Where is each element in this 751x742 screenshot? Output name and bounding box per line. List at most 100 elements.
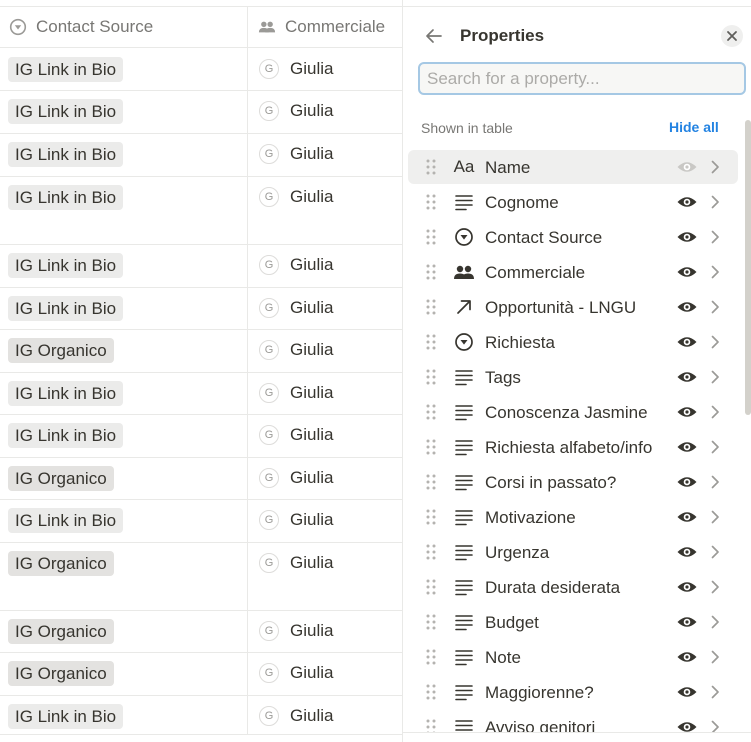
table-row[interactable]: IG Link in Bio G Giulia (0, 287, 402, 330)
drag-handle-icon[interactable] (425, 543, 437, 561)
table-row[interactable]: IG Link in Bio G Giulia (0, 372, 402, 415)
commerciale-cell[interactable]: G Giulia (259, 185, 333, 209)
eye-icon[interactable] (676, 718, 698, 732)
table-row[interactable]: IG Organico G Giulia (0, 457, 402, 500)
drag-handle-icon[interactable] (425, 403, 437, 421)
table-row[interactable]: IG Link in Bio G Giulia (0, 695, 402, 738)
contact-source-tag[interactable]: IG Organico (8, 338, 114, 363)
chevron-right-icon[interactable] (709, 719, 721, 732)
property-item[interactable]: Maggiorenne? (408, 675, 738, 709)
eye-icon[interactable] (676, 473, 698, 491)
chevron-right-icon[interactable] (709, 159, 721, 175)
commerciale-cell[interactable]: G Giulia (259, 551, 333, 575)
eye-icon[interactable] (676, 263, 698, 281)
property-item[interactable]: Richiesta (408, 325, 738, 359)
drag-handle-icon[interactable] (425, 578, 437, 596)
property-item[interactable]: Commerciale (408, 255, 738, 289)
contact-source-tag[interactable]: IG Link in Bio (8, 296, 124, 321)
commerciale-cell[interactable]: G Giulia (259, 381, 333, 405)
property-item[interactable]: Opportunità - LNGU (408, 290, 738, 324)
drag-handle-icon[interactable] (425, 193, 437, 211)
drag-handle-icon[interactable] (425, 508, 437, 526)
drag-handle-icon[interactable] (425, 438, 437, 456)
contact-source-tag[interactable]: IG Link in Bio (8, 381, 124, 406)
drag-handle-icon[interactable] (425, 683, 437, 701)
table-row[interactable]: IG Link in Bio G Giulia (0, 244, 402, 288)
commerciale-cell[interactable]: G Giulia (259, 57, 333, 81)
chevron-right-icon[interactable] (709, 684, 721, 700)
property-item[interactable]: Aa Name (408, 150, 738, 184)
commerciale-cell[interactable]: G Giulia (259, 142, 333, 166)
drag-handle-icon[interactable] (425, 648, 437, 666)
chevron-right-icon[interactable] (709, 229, 721, 245)
contact-source-tag[interactable]: IG Organico (8, 661, 114, 686)
contact-source-tag[interactable]: IG Organico (8, 466, 114, 491)
column-header-commerciale[interactable]: Commerciale (258, 7, 385, 47)
chevron-right-icon[interactable] (709, 614, 721, 630)
table-row[interactable]: IG Link in Bio G Giulia (0, 133, 402, 177)
property-item[interactable]: Conoscenza Jasmine (408, 395, 738, 429)
property-item[interactable]: Corsi in passato? (408, 465, 738, 499)
eye-icon[interactable] (676, 543, 698, 561)
table-row[interactable]: IG Link in Bio G Giulia (0, 90, 402, 134)
contact-source-tag[interactable]: IG Link in Bio (8, 423, 124, 448)
commerciale-cell[interactable]: G Giulia (259, 619, 333, 643)
property-item[interactable]: Urgenza (408, 535, 738, 569)
drag-handle-icon[interactable] (425, 228, 437, 246)
contact-source-tag[interactable]: IG Link in Bio (8, 704, 124, 729)
contact-source-tag[interactable]: IG Link in Bio (8, 99, 124, 124)
table-row[interactable]: IG Link in Bio G Giulia (0, 499, 402, 543)
eye-icon[interactable] (676, 333, 698, 351)
eye-icon[interactable] (676, 508, 698, 526)
eye-icon[interactable] (676, 298, 698, 316)
property-item[interactable]: Contact Source (408, 220, 738, 254)
chevron-right-icon[interactable] (709, 439, 721, 455)
arrow-left-icon[interactable] (423, 25, 445, 47)
drag-handle-icon[interactable] (425, 298, 437, 316)
drag-handle-icon[interactable] (425, 718, 437, 732)
property-search-input[interactable] (418, 62, 746, 95)
eye-icon[interactable] (676, 228, 698, 246)
chevron-right-icon[interactable] (709, 579, 721, 595)
close-button[interactable] (721, 25, 743, 47)
drag-handle-icon[interactable] (425, 613, 437, 631)
property-item[interactable]: Durata desiderata (408, 570, 738, 604)
eye-icon[interactable] (676, 193, 698, 211)
property-item[interactable]: Note (408, 640, 738, 674)
drag-handle-icon[interactable] (425, 473, 437, 491)
chevron-right-icon[interactable] (709, 544, 721, 560)
property-item[interactable]: Budget (408, 605, 738, 639)
table-row[interactable]: IG Link in Bio G Giulia (0, 176, 402, 245)
eye-icon[interactable] (676, 578, 698, 596)
chevron-right-icon[interactable] (709, 509, 721, 525)
eye-icon[interactable] (676, 648, 698, 666)
drag-handle-icon[interactable] (425, 333, 437, 351)
eye-icon[interactable] (676, 438, 698, 456)
contact-source-tag[interactable]: IG Organico (8, 619, 114, 644)
chevron-right-icon[interactable] (709, 299, 721, 315)
commerciale-cell[interactable]: G Giulia (259, 423, 333, 447)
property-item[interactable]: Tags (408, 360, 738, 394)
hide-all-button[interactable]: Hide all (669, 119, 719, 135)
contact-source-tag[interactable]: IG Link in Bio (8, 253, 124, 278)
drag-handle-icon[interactable] (425, 158, 437, 176)
table-row[interactable]: IG Organico G Giulia (0, 542, 402, 611)
contact-source-tag[interactable]: IG Link in Bio (8, 57, 124, 82)
property-item[interactable]: Cognome (408, 185, 738, 219)
commerciale-cell[interactable]: G Giulia (259, 466, 333, 490)
column-header-contact-source[interactable]: Contact Source (9, 7, 153, 47)
property-item[interactable]: Richiesta alfabeto/info (408, 430, 738, 464)
chevron-right-icon[interactable] (709, 474, 721, 490)
eye-icon[interactable] (676, 368, 698, 386)
eye-icon[interactable] (676, 613, 698, 631)
commerciale-cell[interactable]: G Giulia (259, 99, 333, 123)
eye-icon[interactable] (676, 158, 698, 176)
commerciale-cell[interactable]: G Giulia (259, 508, 333, 532)
panel-scrollbar[interactable] (745, 120, 751, 730)
table-row[interactable]: IG Link in Bio G Giulia (0, 48, 402, 91)
table-row[interactable]: IG Organico G Giulia (0, 652, 402, 696)
eye-icon[interactable] (676, 683, 698, 701)
commerciale-cell[interactable]: G Giulia (259, 704, 333, 728)
scrollbar-thumb[interactable] (745, 120, 751, 415)
eye-icon[interactable] (676, 403, 698, 421)
